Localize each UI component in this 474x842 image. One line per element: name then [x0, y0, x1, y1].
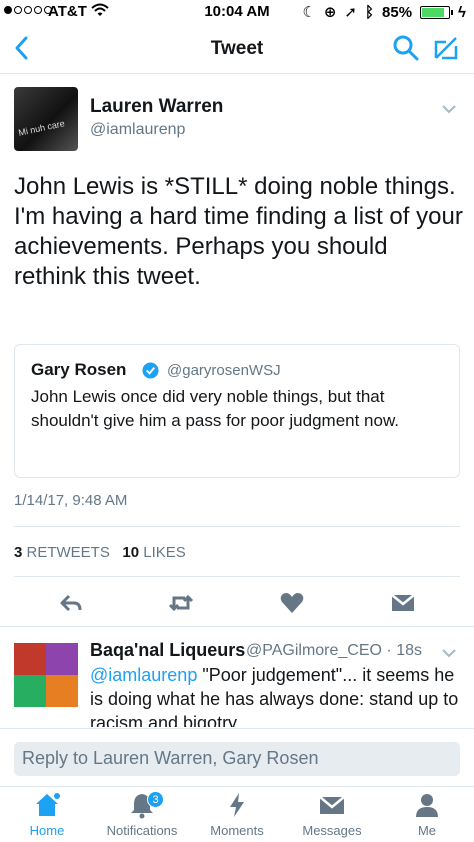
reply-author-name[interactable]: Baqa'nal Liqueurs: [90, 640, 245, 661]
tab-label: Notifications: [106, 823, 178, 838]
tweet-text: John Lewis is *STILL* doing noble things…: [14, 173, 463, 290]
nav-bar: Tweet: [0, 24, 474, 74]
search-icon[interactable]: [392, 34, 420, 62]
chevron-down-icon[interactable]: [442, 104, 456, 114]
compose-icon[interactable]: [432, 34, 460, 62]
tab-notifications[interactable]: 3 Notifications: [95, 791, 189, 838]
reply-input[interactable]: Reply to Lauren Warren, Gary Rosen: [14, 742, 460, 776]
chevron-down-icon[interactable]: [442, 648, 456, 658]
home-icon: [36, 793, 60, 816]
charging-icon: ϟ: [458, 3, 466, 21]
tweet-actions: [0, 590, 474, 616]
divider: [14, 576, 460, 577]
tab-messages[interactable]: Messages: [285, 791, 379, 838]
reply-mention-link[interactable]: @iamlaurenp: [90, 665, 197, 685]
rotation-lock-icon: ⊕: [323, 4, 337, 21]
tab-label: Me: [417, 823, 437, 838]
avatar-caption: Mi nuh care: [17, 118, 66, 138]
reply-text: @iamlaurenp "Poor judgement"... it seems…: [90, 663, 462, 727]
retweets-label[interactable]: RETWEETS: [27, 544, 110, 561]
like-heart-icon[interactable]: [279, 590, 305, 616]
envelope-icon: [319, 796, 345, 814]
tab-bar: Home 3 Notifications Moments Messages Me: [0, 786, 474, 842]
tab-me[interactable]: Me: [380, 791, 474, 838]
divider: [0, 626, 474, 627]
tab-moments[interactable]: Moments: [190, 791, 284, 838]
moon-icon: ☾: [302, 4, 316, 21]
quoted-author-handle: @garyrosenWSJ: [167, 362, 281, 379]
reply-author-handle[interactable]: @PAGilmore_CEO · 18s: [246, 642, 422, 660]
quoted-tweet-text: John Lewis once did very noble things, b…: [31, 387, 400, 430]
likes-label[interactable]: LIKES: [143, 544, 186, 561]
quoted-author-name: Gary Rosen: [31, 360, 127, 379]
battery-icon: [420, 5, 454, 19]
retweets-count[interactable]: 3: [14, 544, 22, 561]
direct-message-icon[interactable]: [390, 590, 416, 616]
tab-home[interactable]: Home: [0, 791, 94, 838]
author-avatar[interactable]: Mi nuh care: [14, 87, 78, 151]
author-name[interactable]: Lauren Warren: [90, 96, 223, 118]
tab-label: Home: [29, 823, 65, 838]
quoted-tweet[interactable]: Gary Rosen @garyrosenWSJ John Lewis once…: [14, 344, 460, 478]
person-icon: [416, 794, 438, 817]
retweet-icon[interactable]: [168, 590, 194, 616]
status-bar: AT&T 10:04 AM ☾ ⊕ ➚ ᛒ 85% ϟ: [0, 0, 474, 24]
tweet-timestamp: 1/14/17, 9:48 AM: [14, 492, 128, 509]
reply-icon[interactable]: [58, 590, 84, 616]
likes-count[interactable]: 10: [122, 544, 139, 561]
status-right: ☾ ⊕ ➚ ᛒ 85% ϟ: [302, 3, 466, 22]
tab-label: Messages: [302, 823, 362, 838]
bluetooth-icon: ᛒ: [365, 3, 375, 21]
reply-bar: Reply to Lauren Warren, Gary Rosen: [0, 728, 474, 786]
author-handle[interactable]: @iamlaurenp: [90, 121, 185, 139]
verified-badge-icon: [142, 362, 159, 379]
notification-badge: 3: [147, 791, 164, 808]
divider: [14, 526, 460, 527]
tab-label: Moments: [210, 823, 264, 838]
reply-avatar[interactable]: [14, 643, 78, 707]
battery-percent: 85%: [382, 3, 413, 21]
lightning-icon: [230, 793, 244, 817]
tweet-stats: 3 RETWEETS 10 LIKES: [14, 544, 186, 561]
location-icon: ➚: [344, 4, 357, 21]
